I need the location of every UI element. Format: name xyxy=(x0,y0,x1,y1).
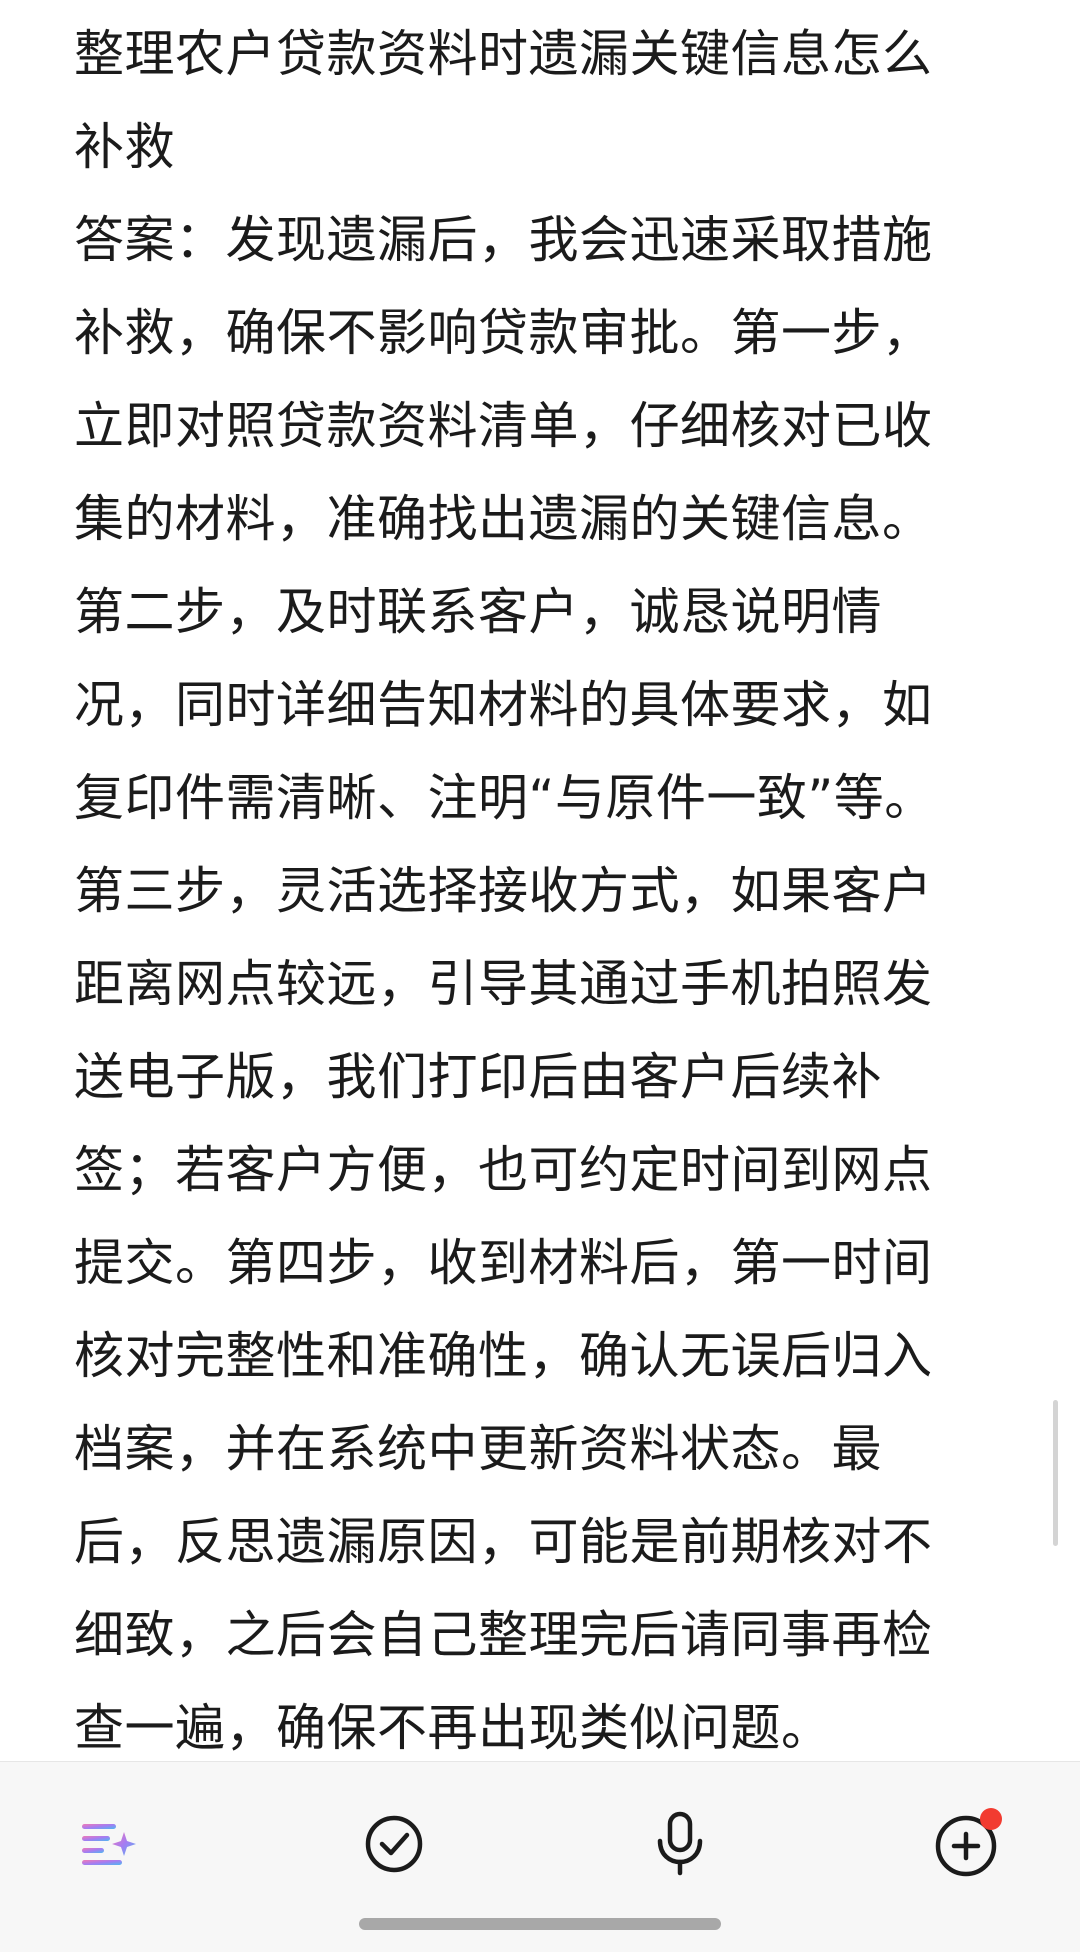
note-line: 整理农户贷款资料时遗漏关键信息怎么 xyxy=(74,25,933,83)
note-line: 答案：发现遗漏后，我会迅速采取措施 xyxy=(74,211,933,269)
checklist-button[interactable] xyxy=(354,1804,434,1884)
note-line: 提交。第四步，收到材料后，第一时间 xyxy=(74,1234,933,1292)
note-line: 第二步，及时联系客户，诚恳说明情 xyxy=(74,583,882,641)
note-line: 况，同时详细告知材料的具体要求，如 xyxy=(74,676,933,734)
note-line: 细致，之后会自己整理完后请同事再检 xyxy=(74,1606,933,1664)
voice-input-button[interactable] xyxy=(640,1804,720,1884)
note-line: 第三步，灵活选择接收方式，如果客户 xyxy=(74,862,933,920)
ai-format-button[interactable] xyxy=(68,1804,148,1884)
note-line: 后，反思遗漏原因，可能是前期核对不 xyxy=(74,1513,933,1571)
note-line: 距离网点较远，引导其通过手机拍照发 xyxy=(74,955,933,1013)
note-line: 复印件需清晰、注明“与原件一致”等。 xyxy=(74,769,935,827)
notification-badge xyxy=(980,1808,1002,1830)
note-line: 送电子版，我们打印后由客户后续补 xyxy=(74,1048,882,1106)
note-line: 签；若客户方便，也可约定时间到网点 xyxy=(74,1141,933,1199)
note-line: 补救 xyxy=(74,118,175,176)
ai-format-icon xyxy=(78,1818,138,1870)
note-body[interactable]: 整理农户贷款资料时遗漏关键信息怎么 补救 答案：发现遗漏后，我会迅速采取措施 补… xyxy=(74,8,1014,1775)
microphone-icon xyxy=(654,1811,706,1877)
note-line: 集的材料，准确找出遗漏的关键信息。 xyxy=(74,490,933,548)
note-line: 补救，确保不影响贷款审批。第一步， xyxy=(74,304,933,362)
scrollbar[interactable] xyxy=(1053,1400,1058,1546)
note-line: 核对完整性和准确性，确认无误后归入 xyxy=(74,1327,933,1385)
home-indicator[interactable] xyxy=(359,1918,721,1930)
add-button[interactable] xyxy=(926,1804,1006,1884)
note-line: 档案，并在系统中更新资料状态。最 xyxy=(74,1420,882,1478)
checklist-icon xyxy=(363,1813,425,1875)
note-line: 立即对照贷款资料清单，仔细核对已收 xyxy=(74,397,933,455)
